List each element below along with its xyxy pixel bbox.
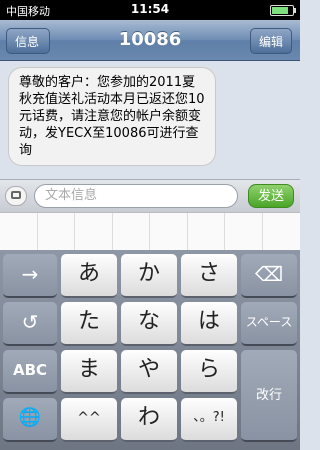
navigation-bar: 信息 10086 编辑: [0, 20, 300, 61]
key-sa[interactable]: さ: [181, 254, 237, 298]
return-key[interactable]: 改行: [241, 350, 297, 442]
compose-bar: 文本信息 发送: [0, 179, 300, 212]
status-bar: 中国移动 11:54: [0, 0, 300, 20]
candidate-cell[interactable]: [262, 213, 300, 251]
key-emoticon[interactable]: ^^: [61, 398, 117, 442]
message-list[interactable]: 尊敬的客户：您参加的2011夏秋充值送礼活动本月已返还您10元话费，请注意您的帐…: [0, 61, 300, 179]
kana-keyboard: → あ か さ ⌫ ↺ た な は スペース ABC ま や ら 改行 🌐 ^^…: [0, 250, 300, 450]
key-na[interactable]: な: [121, 302, 177, 346]
next-char-key[interactable]: →: [3, 254, 57, 298]
candidate-cell[interactable]: [187, 213, 225, 251]
battery-icon: [270, 5, 296, 16]
key-ka[interactable]: か: [121, 254, 177, 298]
globe-icon[interactable]: 🌐: [3, 398, 57, 442]
key-ra[interactable]: ら: [181, 350, 237, 394]
candidate-cell[interactable]: [37, 213, 75, 251]
delete-key[interactable]: ⌫: [241, 254, 297, 298]
key-punctuation[interactable]: 、。?!: [181, 398, 237, 442]
key-wa[interactable]: わ: [121, 398, 177, 442]
back-button[interactable]: 信息: [6, 28, 50, 54]
candidate-cell[interactable]: [112, 213, 150, 251]
incoming-message-bubble[interactable]: 尊敬的客户：您参加的2011夏秋充值送礼活动本月已返还您10元话费，请注意您的帐…: [8, 67, 216, 166]
key-ma[interactable]: ま: [61, 350, 117, 394]
clock: 11:54: [130, 2, 170, 16]
conversation-title: 10086: [118, 29, 182, 50]
candidate-cell[interactable]: [149, 213, 188, 251]
key-ta[interactable]: た: [61, 302, 117, 346]
abc-mode-key[interactable]: ABC: [3, 350, 57, 394]
key-ya[interactable]: や: [121, 350, 177, 394]
send-button[interactable]: 发送: [248, 184, 294, 208]
candidate-cell[interactable]: [74, 213, 113, 251]
message-input[interactable]: 文本信息: [34, 184, 238, 208]
candidate-cell[interactable]: [0, 213, 38, 251]
undo-key[interactable]: ↺: [3, 302, 57, 346]
candidate-cell[interactable]: [224, 213, 263, 251]
candidate-bar: [0, 212, 300, 252]
key-a[interactable]: あ: [61, 254, 117, 298]
key-ha[interactable]: は: [181, 302, 237, 346]
edit-button[interactable]: 编辑: [250, 28, 292, 54]
camera-icon[interactable]: [5, 186, 27, 206]
space-key[interactable]: スペース: [241, 302, 297, 346]
